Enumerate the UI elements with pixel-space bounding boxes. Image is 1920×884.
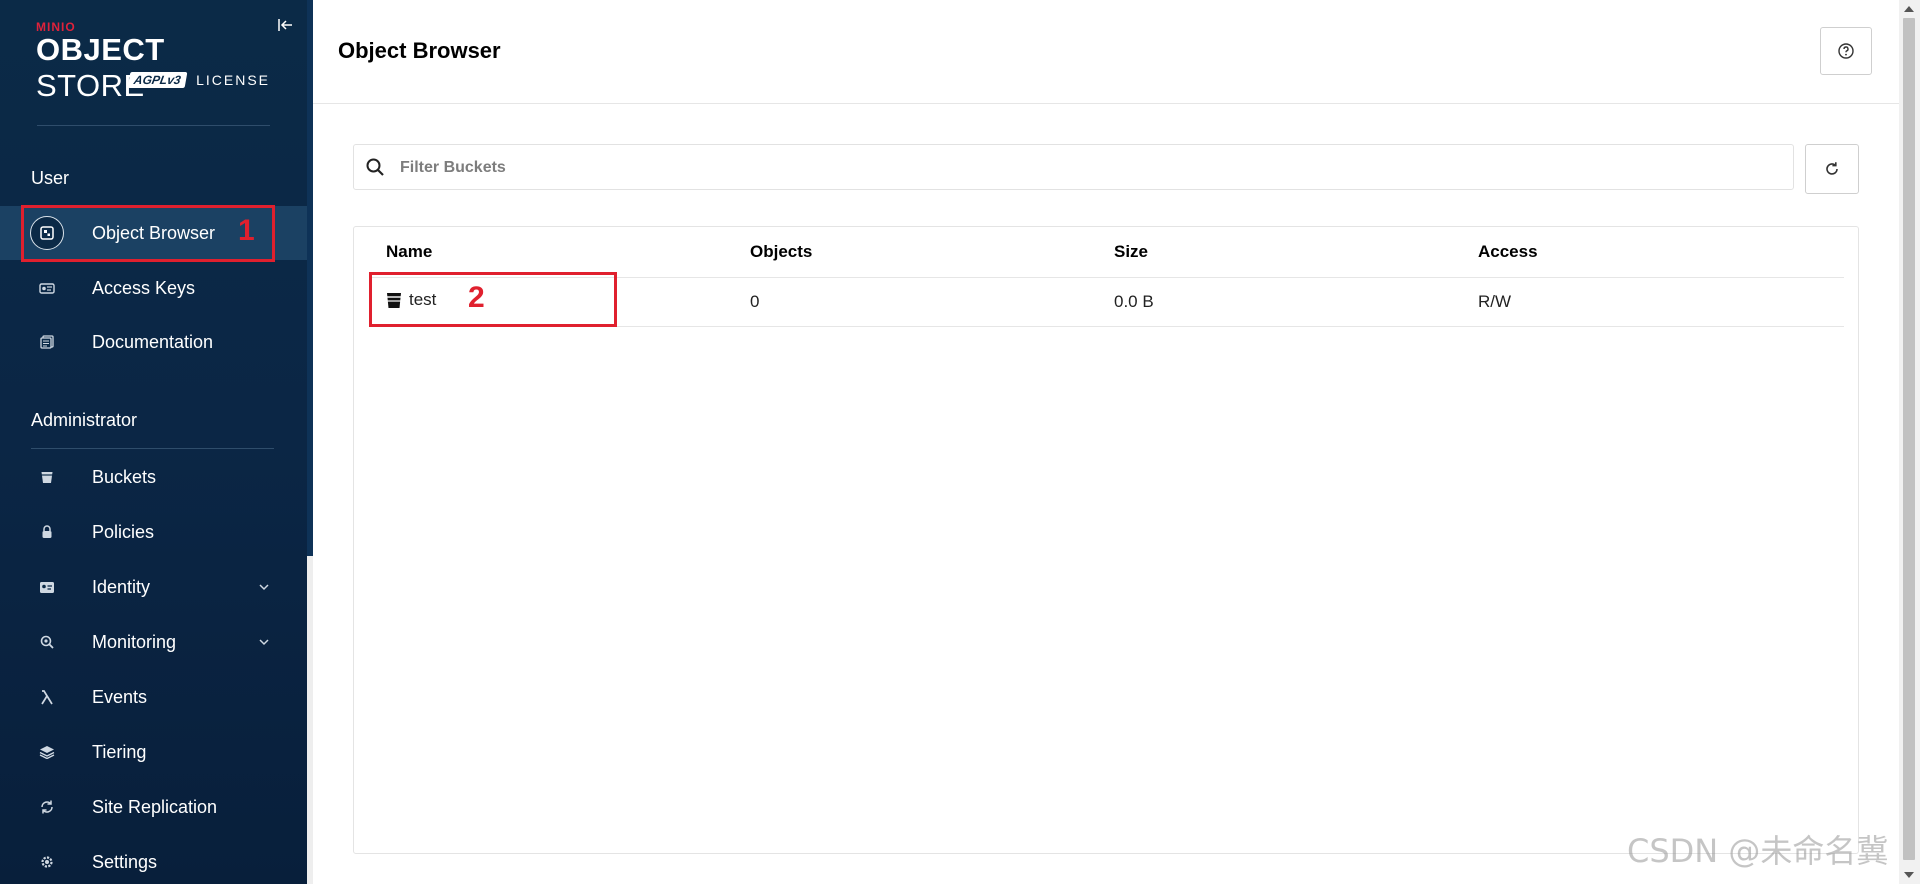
sidebar-item-label: Policies [92,521,155,542]
logo-product: OBJECT STORE [36,32,165,103]
lambda-icon [30,680,64,714]
sidebar-divider [37,125,270,126]
agpl-badge: AGPLv3 [127,72,188,88]
license-text: LICENSE [196,72,270,88]
chevron-down-icon[interactable] [257,580,271,594]
document-icon [30,325,64,359]
sidebar-divider [31,448,274,449]
annotation-number-2: 2 [468,281,485,314]
scroll-up-arrow-icon[interactable] [1904,6,1914,12]
sidebar: MINIO OBJECT STORE AGPLv3 LICENSE User O… [0,0,307,884]
bucket-size: 0.0 B [1114,292,1154,311]
sidebar-item-label: Settings [92,851,158,872]
page-scroll-thumb[interactable] [1903,18,1915,860]
sidebar-item-label: Site Replication [92,796,218,817]
monitoring-icon [30,625,64,659]
help-button[interactable] [1820,27,1872,75]
sidebar-item-tiering[interactable]: Tiering [0,725,307,779]
refresh-button[interactable] [1805,144,1859,194]
sidebar-item-buckets[interactable]: Buckets [0,450,307,504]
sidebar-item-label: Tiering [92,741,147,762]
replication-icon [30,790,64,824]
layers-icon [30,735,64,769]
sidebar-item-documentation[interactable]: Documentation [0,315,307,369]
annotation-box-1 [21,205,275,262]
collapse-sidebar-icon[interactable] [276,16,294,34]
help-icon [1838,43,1854,59]
logo-license: AGPLv3 LICENSE [127,72,270,88]
column-header-name[interactable]: Name [386,242,432,262]
sidebar-item-settings[interactable]: Settings [0,835,307,884]
sidebar-item-site-replication[interactable]: Site Replication [0,780,307,834]
chevron-down-icon[interactable] [257,635,271,649]
id-card-icon [30,570,64,604]
sidebar-item-label: Monitoring [92,631,177,652]
lock-icon [30,515,64,549]
annotation-box-2 [369,272,617,327]
page-scrollbar[interactable] [1899,0,1920,884]
annotation-number-1: 1 [238,214,255,247]
table-header: Name Objects Size Access [370,227,1844,278]
section-title-administrator: Administrator [31,410,138,430]
search-icon [366,158,384,176]
sidebar-item-label: Identity [92,576,151,597]
section-title-user: User [31,168,70,188]
sidebar-item-label: Documentation [92,331,214,352]
sidebar-item-label: Buckets [92,466,157,487]
sidebar-item-identity[interactable]: Identity [0,560,307,614]
column-header-objects[interactable]: Objects [750,242,812,262]
refresh-icon [1826,162,1838,175]
main-content: Object Browser Name Objects Size Access … [313,0,1899,884]
bucket-objects: 0 [750,292,760,311]
sidebar-item-policies[interactable]: Policies [0,505,307,559]
gear-icon [30,845,64,879]
minio-logo: MINIO OBJECT STORE AGPLv3 LICENSE [36,20,276,103]
bucket-icon [30,460,64,494]
filter-buckets-input[interactable] [398,145,1782,191]
sidebar-item-access-keys[interactable]: Access Keys [0,261,307,315]
column-header-size[interactable]: Size [1114,242,1148,262]
bucket-access: R/W [1478,292,1512,311]
sidebar-item-events[interactable]: Events [0,670,307,724]
scroll-down-arrow-icon[interactable] [1904,872,1914,878]
sidebar-item-label: Access Keys [92,277,196,298]
sidebar-item-monitoring[interactable]: Monitoring [0,615,307,669]
page-title: Object Browser [338,38,501,63]
page-header: Object Browser [313,0,1899,104]
watermark: CSDN @未命名冀 [1627,832,1889,870]
sidebar-item-label: Events [92,686,148,707]
column-header-access[interactable]: Access [1478,242,1538,262]
filter-buckets-box[interactable] [353,144,1794,191]
key-icon [30,271,64,305]
